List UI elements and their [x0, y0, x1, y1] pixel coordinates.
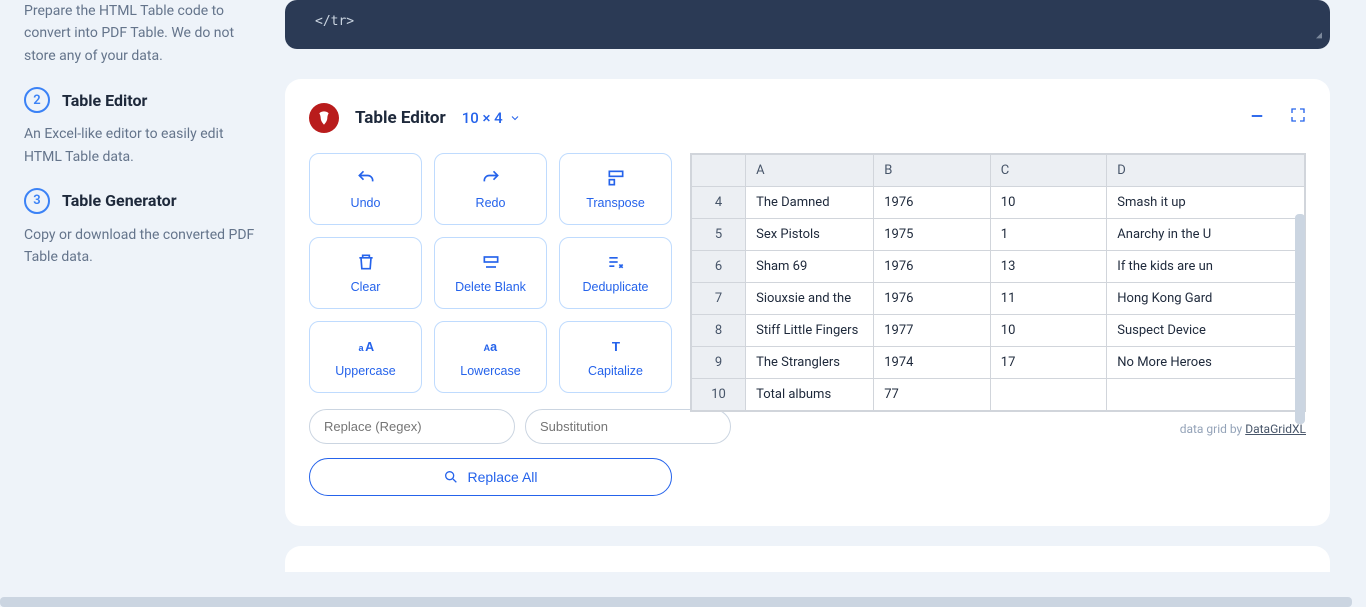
table-row[interactable]: 6Sham 69197613If the kids are un — [692, 251, 1305, 283]
col-header-d[interactable]: D — [1107, 155, 1305, 187]
undo-icon — [356, 168, 376, 188]
cell[interactable]: 1976 — [874, 283, 991, 315]
col-header-c[interactable]: C — [990, 155, 1107, 187]
step2-header: 2 Table Editor — [24, 87, 264, 113]
cell[interactable]: 1 — [990, 219, 1107, 251]
cell[interactable]: Smash it up — [1107, 187, 1305, 219]
delete-blank-button[interactable]: Delete Blank — [434, 237, 547, 309]
table-row[interactable]: 7Siouxsie and the197611Hong Kong Gard — [692, 283, 1305, 315]
replace-regex-input[interactable] — [309, 409, 515, 444]
corner-cell[interactable] — [692, 155, 746, 187]
col-header-a[interactable]: A — [746, 155, 874, 187]
capitalize-button[interactable]: TCapitalize — [559, 321, 672, 393]
cell[interactable]: Siouxsie and the — [746, 283, 874, 315]
data-grid[interactable]: A B C D 4The Damned197610Smash it up5Sex… — [690, 153, 1306, 412]
row-number[interactable]: 7 — [692, 283, 746, 315]
svg-text:a: a — [358, 343, 364, 353]
svg-text:a: a — [490, 340, 498, 354]
datagridxl-link[interactable]: DataGridXL — [1245, 422, 1306, 436]
code-preview[interactable]: </tr> ◢ — [285, 0, 1330, 49]
clear-icon — [356, 252, 376, 272]
cell[interactable]: The Stranglers — [746, 347, 874, 379]
undo-button[interactable]: Undo — [309, 153, 422, 225]
transpose-icon — [606, 168, 626, 188]
uppercase-button[interactable]: aAUppercase — [309, 321, 422, 393]
replace-all-button[interactable]: Replace All — [309, 458, 672, 496]
uppercase-icon: aA — [356, 336, 376, 356]
row-number[interactable]: 4 — [692, 187, 746, 219]
cell[interactable]: 17 — [990, 347, 1107, 379]
transpose-button[interactable]: Transpose — [559, 153, 672, 225]
cell[interactable]: 1976 — [874, 187, 991, 219]
dimensions-dropdown[interactable]: 10 × 4 — [462, 109, 521, 127]
cell[interactable] — [1107, 379, 1305, 411]
deduplicate-icon — [606, 252, 626, 272]
table-row[interactable]: 8Stiff Little Fingers197710Suspect Devic… — [692, 315, 1305, 347]
pdf-badge-icon — [309, 103, 339, 133]
vertical-scrollbar[interactable] — [1295, 214, 1305, 424]
step3-title: Table Generator — [62, 191, 177, 210]
cell[interactable]: 1976 — [874, 251, 991, 283]
redo-icon — [481, 168, 501, 188]
cell[interactable]: Anarchy in the U — [1107, 219, 1305, 251]
step1-desc: Prepare the HTML Table code to convert i… — [24, 0, 264, 67]
svg-text:A: A — [365, 340, 374, 354]
cell[interactable]: Hong Kong Gard — [1107, 283, 1305, 315]
step2-number: 2 — [24, 87, 50, 113]
cell[interactable]: The Damned — [746, 187, 874, 219]
cell[interactable]: Total albums — [746, 379, 874, 411]
lowercase-button[interactable]: AaLowercase — [434, 321, 547, 393]
step3-header: 3 Table Generator — [24, 188, 264, 214]
row-number[interactable]: 6 — [692, 251, 746, 283]
cell[interactable]: 10 — [990, 315, 1107, 347]
cell[interactable]: 1975 — [874, 219, 991, 251]
cell[interactable]: If the kids are un — [1107, 251, 1305, 283]
editor-title: Table Editor — [355, 108, 446, 128]
resize-handle-icon[interactable]: ◢ — [1316, 30, 1322, 41]
cell[interactable]: Suspect Device — [1107, 315, 1305, 347]
row-number[interactable]: 5 — [692, 219, 746, 251]
step3-desc: Copy or download the converted PDF Table… — [24, 224, 264, 269]
minimize-icon[interactable] — [1248, 107, 1266, 129]
cell[interactable]: No More Heroes — [1107, 347, 1305, 379]
redo-button[interactable]: Redo — [434, 153, 547, 225]
table-editor-card: Table Editor 10 × 4 Undo Redo Transpose … — [285, 79, 1330, 526]
chevron-down-icon — [509, 112, 521, 124]
code-snippet: </tr> — [315, 14, 354, 29]
step2-desc: An Excel-like editor to easily edit HTML… — [24, 123, 264, 168]
cell[interactable]: 1977 — [874, 315, 991, 347]
cell[interactable] — [990, 379, 1107, 411]
search-icon — [443, 469, 459, 485]
fullscreen-icon[interactable] — [1290, 107, 1306, 129]
capitalize-icon: T — [606, 336, 626, 356]
table-row[interactable]: 10Total albums77 — [692, 379, 1305, 411]
delete-blank-icon — [481, 252, 501, 272]
clear-button[interactable]: Clear — [309, 237, 422, 309]
col-header-b[interactable]: B — [874, 155, 991, 187]
grid-credit: data grid by DataGridXL — [690, 422, 1306, 436]
row-number[interactable]: 9 — [692, 347, 746, 379]
step3-number: 3 — [24, 188, 50, 214]
cell[interactable]: 77 — [874, 379, 991, 411]
deduplicate-button[interactable]: Deduplicate — [559, 237, 672, 309]
step2-title: Table Editor — [62, 91, 147, 110]
cell[interactable]: 1974 — [874, 347, 991, 379]
lowercase-icon: Aa — [481, 336, 501, 356]
cell[interactable]: Sham 69 — [746, 251, 874, 283]
cell[interactable]: 11 — [990, 283, 1107, 315]
table-row[interactable]: 9The Stranglers197417No More Heroes — [692, 347, 1305, 379]
cell[interactable]: 13 — [990, 251, 1107, 283]
row-number[interactable]: 8 — [692, 315, 746, 347]
cell[interactable]: Sex Pistols — [746, 219, 874, 251]
table-row[interactable]: 5Sex Pistols19751Anarchy in the U — [692, 219, 1305, 251]
horizontal-scrollbar[interactable] — [0, 597, 1352, 607]
row-number[interactable]: 10 — [692, 379, 746, 411]
cell[interactable]: Stiff Little Fingers — [746, 315, 874, 347]
next-card-stub — [285, 546, 1330, 572]
cell[interactable]: 10 — [990, 187, 1107, 219]
svg-text:T: T — [611, 339, 619, 354]
table-row[interactable]: 4The Damned197610Smash it up — [692, 187, 1305, 219]
